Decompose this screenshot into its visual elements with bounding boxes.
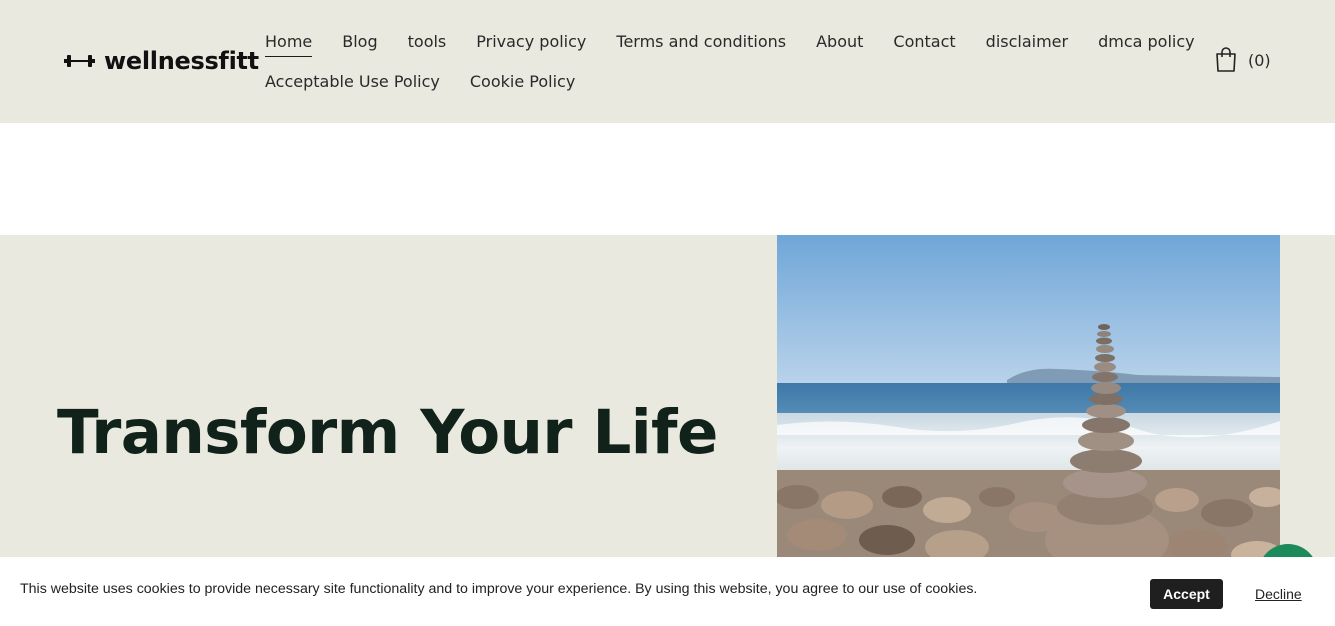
nav-item-blog[interactable]: Blog xyxy=(342,28,377,56)
nav-item-tools[interactable]: tools xyxy=(408,28,447,56)
nav-item-dmca-policy[interactable]: dmca policy xyxy=(1098,28,1195,56)
shopping-bag-icon xyxy=(1216,47,1236,72)
nav-row-secondary: Acceptable Use Policy Cookie Policy xyxy=(265,68,1195,96)
dumbbell-icon xyxy=(64,55,95,67)
site-header: wellnessfitt Home Blog tools Privacy pol… xyxy=(0,0,1335,123)
hero-title: Transform Your Life xyxy=(57,397,718,468)
cookie-message: This website uses cookies to provide nec… xyxy=(20,581,978,597)
nav-item-acceptable-use-policy[interactable]: Acceptable Use Policy xyxy=(265,68,440,96)
cart-button[interactable]: (0) xyxy=(1215,47,1271,73)
main-nav: Home Blog tools Privacy policy Terms and… xyxy=(265,28,1195,108)
nav-item-disclaimer[interactable]: disclaimer xyxy=(986,28,1068,56)
nav-item-terms-and-conditions[interactable]: Terms and conditions xyxy=(616,28,786,56)
site-logo[interactable]: wellnessfitt xyxy=(64,44,259,78)
header-spacer xyxy=(0,123,1335,235)
cookie-banner: This website uses cookies to provide nec… xyxy=(0,557,1335,626)
nav-item-privacy-policy[interactable]: Privacy policy xyxy=(476,28,586,56)
nav-item-home[interactable]: Home xyxy=(265,28,313,57)
nav-item-contact[interactable]: Contact xyxy=(893,28,955,56)
logo-text: wellnessfitt xyxy=(104,47,259,75)
nav-item-cookie-policy[interactable]: Cookie Policy xyxy=(470,68,575,96)
decline-cookies-link[interactable]: Decline xyxy=(1255,586,1302,602)
nav-item-about[interactable]: About xyxy=(816,28,863,56)
cart-count: (0) xyxy=(1248,50,1271,70)
nav-row-primary: Home Blog tools Privacy policy Terms and… xyxy=(265,28,1195,57)
accept-cookies-button[interactable]: Accept xyxy=(1150,579,1223,609)
